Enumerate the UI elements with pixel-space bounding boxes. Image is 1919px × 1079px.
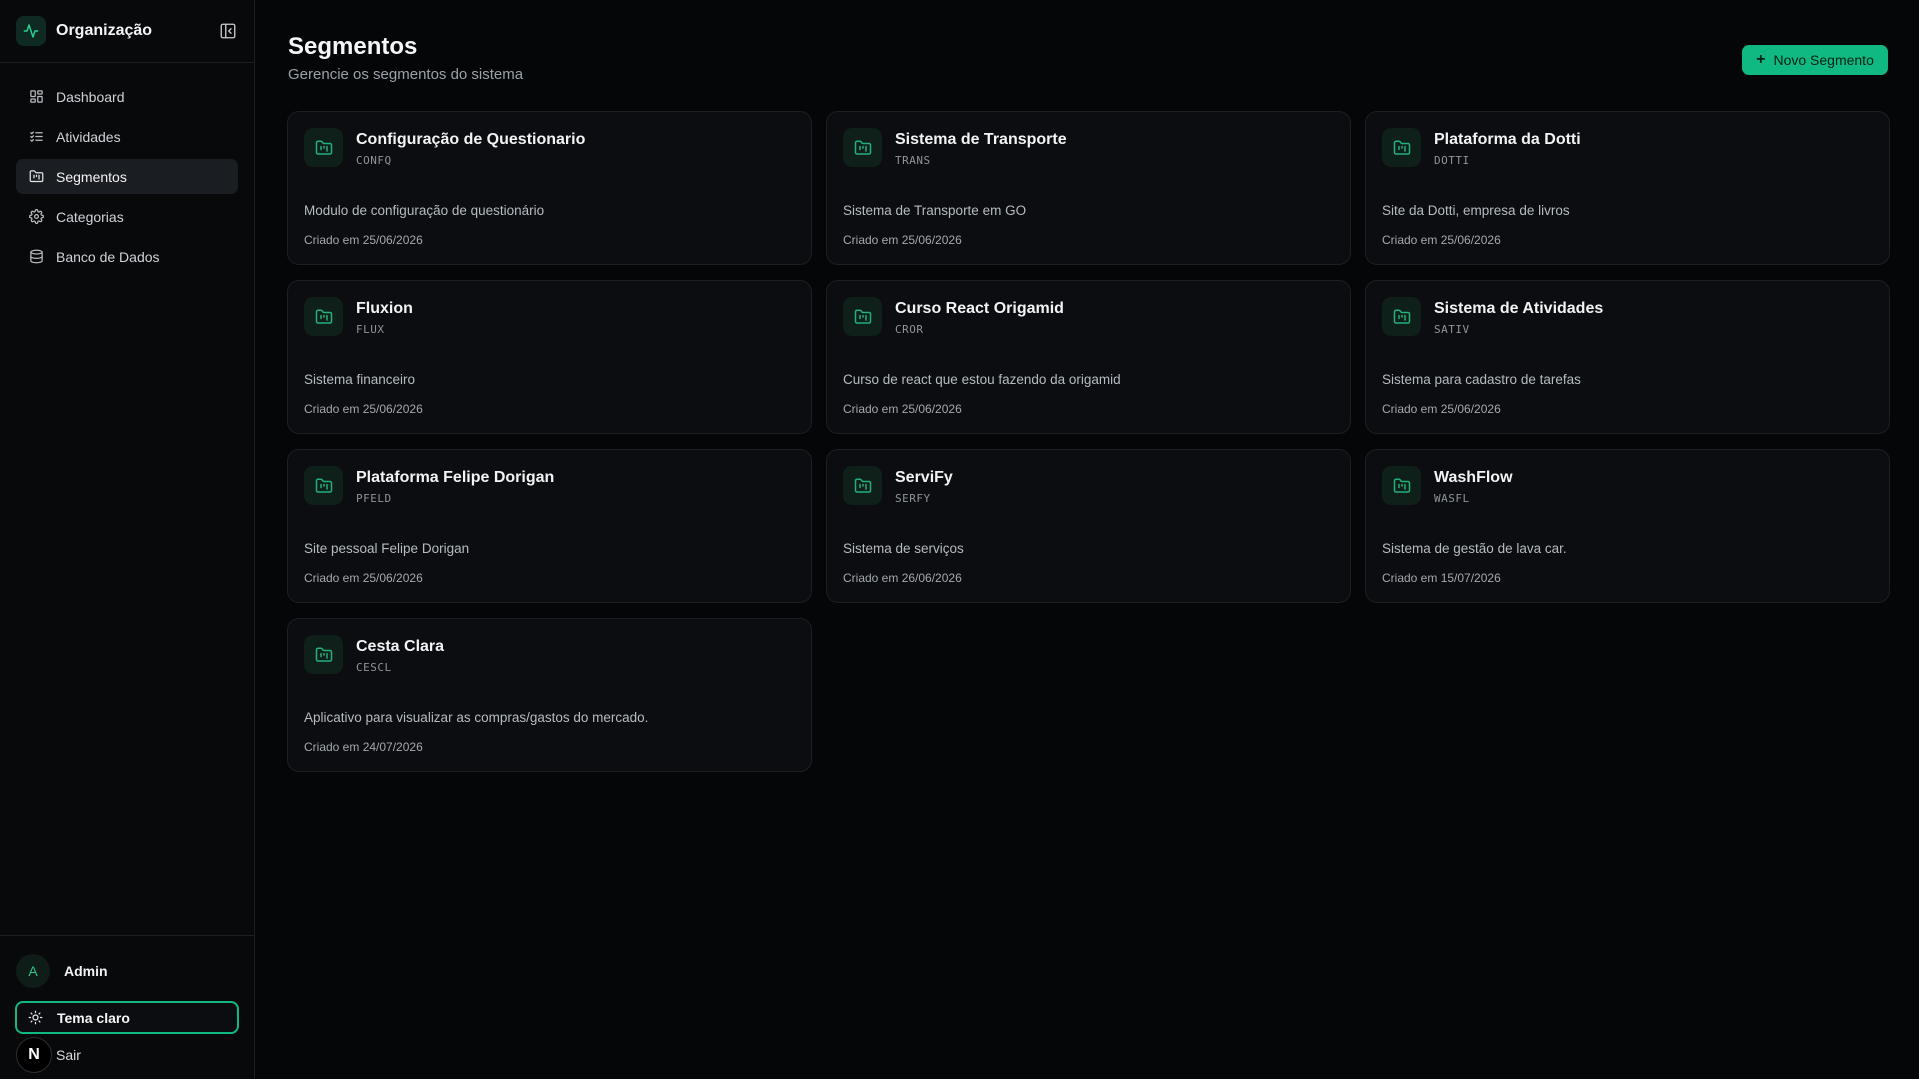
sidebar-item-label: Banco de Dados	[56, 248, 160, 265]
segment-card[interactable]: Sistema de Transporte TRANS Sistema de T…	[826, 111, 1351, 265]
segment-code: WASFL	[1434, 492, 1470, 505]
dashboard-icon	[28, 89, 44, 105]
sidebar-item-label: Atividades	[56, 128, 121, 145]
sidebar-nav: Dashboard Atividades Segmentos Categoria…	[0, 63, 254, 274]
segment-code: PFELD	[356, 492, 392, 505]
sidebar-header: Organização	[0, 0, 254, 63]
segment-description: Sistema de gestão de lava car.	[1382, 541, 1567, 556]
sidebar-footer: A Admin Tema claro N Sair	[0, 935, 255, 1079]
segment-card[interactable]: Plataforma Felipe Dorigan PFELD Site pes…	[287, 449, 812, 603]
segment-created-date: Criado em 25/06/2026	[304, 233, 423, 247]
segment-card[interactable]: Plataforma da Dotti DOTTI Site da Dotti,…	[1365, 111, 1890, 265]
gear-icon	[28, 209, 44, 225]
segment-created-date: Criado em 24/07/2026	[304, 740, 423, 754]
sidebar-item-label: Segmentos	[56, 168, 127, 185]
sidebar-item-segmentos[interactable]: Segmentos	[16, 159, 238, 194]
folder-kanban-icon	[843, 466, 882, 505]
user-name: Admin	[64, 963, 108, 979]
new-segment-button[interactable]: + Novo Segmento	[1742, 45, 1888, 75]
segment-code: CESCL	[356, 661, 392, 674]
segment-created-date: Criado em 15/07/2026	[1382, 571, 1501, 585]
sidebar: Organização Dashboard Atividades Segment…	[0, 0, 255, 1079]
activity-icon	[16, 16, 46, 46]
sidebar-item-atividades[interactable]: Atividades	[16, 119, 238, 154]
segment-code: FLUX	[356, 323, 385, 336]
folder-kanban-icon	[843, 128, 882, 167]
segment-title: WashFlow	[1434, 469, 1513, 486]
segment-title: Curso React Origamid	[895, 300, 1064, 317]
segment-title: Configuração de Questionario	[356, 131, 586, 148]
sun-icon	[27, 1010, 43, 1026]
segment-code: CONFQ	[356, 154, 392, 167]
logout-label: Sair	[56, 1047, 81, 1063]
segment-description: Curso de react que estou fazendo da orig…	[843, 372, 1121, 387]
user-profile[interactable]: A Admin	[16, 954, 108, 988]
segment-description: Modulo de configuração de questionário	[304, 203, 545, 218]
folder-kanban-icon	[304, 635, 343, 674]
folder-kanban-icon	[28, 169, 44, 185]
avatar: A	[16, 954, 50, 988]
n-badge: N	[16, 1037, 52, 1073]
segment-created-date: Criado em 26/06/2026	[843, 571, 962, 585]
main-content: Segmentos Gerencie os segmentos do siste…	[256, 0, 1919, 1079]
segment-description: Sistema de serviços	[843, 541, 964, 556]
list-check-icon	[28, 129, 44, 145]
segment-created-date: Criado em 25/06/2026	[1382, 233, 1501, 247]
segment-description: Aplicativo para visualizar as compras/ga…	[304, 710, 649, 725]
folder-kanban-icon	[1382, 297, 1421, 336]
folder-kanban-icon	[304, 128, 343, 167]
theme-toggle-label: Tema claro	[57, 1009, 130, 1026]
segment-card[interactable]: Fluxion FLUX Sistema financeiro Criado e…	[287, 280, 812, 434]
folder-kanban-icon	[304, 297, 343, 336]
segment-title: Sistema de Atividades	[1434, 300, 1604, 317]
database-icon	[28, 249, 44, 265]
folder-kanban-icon	[1382, 466, 1421, 505]
segment-code: CROR	[895, 323, 924, 336]
segment-created-date: Criado em 25/06/2026	[1382, 402, 1501, 416]
sidebar-item-label: Dashboard	[56, 88, 125, 105]
segment-title: Fluxion	[356, 300, 413, 317]
segment-title: Plataforma Felipe Dorigan	[356, 469, 555, 486]
segment-code: SATIV	[1434, 323, 1470, 336]
segment-card[interactable]: Configuração de Questionario CONFQ Modul…	[287, 111, 812, 265]
segment-card[interactable]: ServiFy SERFY Sistema de serviços Criado…	[826, 449, 1351, 603]
segment-created-date: Criado em 25/06/2026	[843, 233, 962, 247]
logout-button[interactable]: N Sair	[16, 1037, 81, 1073]
folder-kanban-icon	[843, 297, 882, 336]
segment-description: Site da Dotti, empresa de livros	[1382, 203, 1570, 218]
plus-icon: +	[1756, 51, 1766, 68]
segment-description: Sistema de Transporte em GO	[843, 203, 1027, 218]
folder-kanban-icon	[1382, 128, 1421, 167]
segment-title: Sistema de Transporte	[895, 131, 1067, 148]
segment-created-date: Criado em 25/06/2026	[843, 402, 962, 416]
theme-toggle-button[interactable]: Tema claro	[15, 1001, 239, 1034]
brand-title: Organização	[56, 22, 153, 39]
segment-code: DOTTI	[1434, 154, 1470, 167]
segment-card[interactable]: Curso React Origamid CROR Curso de react…	[826, 280, 1351, 434]
segment-description: Site pessoal Felipe Dorigan	[304, 541, 470, 556]
page-subtitle: Gerencie os segmentos do sistema	[288, 66, 524, 83]
segment-created-date: Criado em 25/06/2026	[304, 402, 423, 416]
segment-card[interactable]: Sistema de Atividades SATIV Sistema para…	[1365, 280, 1890, 434]
segment-code: TRANS	[895, 154, 931, 167]
segment-created-date: Criado em 25/06/2026	[304, 571, 423, 585]
segment-title: Cesta Clara	[356, 638, 445, 655]
segment-title: ServiFy	[895, 469, 953, 486]
sidebar-item-dashboard[interactable]: Dashboard	[16, 79, 238, 114]
sidebar-item-banco-de-dados[interactable]: Banco de Dados	[16, 239, 238, 274]
segment-description: Sistema para cadastro de tarefas	[1382, 372, 1581, 387]
folder-kanban-icon	[304, 466, 343, 505]
segment-code: SERFY	[895, 492, 931, 505]
segment-grid: Configuração de Questionario CONFQ Modul…	[287, 111, 1890, 772]
page-title: Segmentos	[288, 33, 418, 60]
segment-card[interactable]: Cesta Clara CESCL Aplicativo para visual…	[287, 618, 812, 772]
sidebar-item-label: Categorias	[56, 208, 124, 225]
segment-title: Plataforma da Dotti	[1434, 131, 1581, 148]
sidebar-item-categorias[interactable]: Categorias	[16, 199, 238, 234]
sidebar-collapse-icon[interactable]	[218, 21, 238, 41]
segment-card[interactable]: WashFlow WASFL Sistema de gestão de lava…	[1365, 449, 1890, 603]
segment-description: Sistema financeiro	[304, 372, 416, 387]
new-segment-label: Novo Segmento	[1773, 52, 1874, 68]
